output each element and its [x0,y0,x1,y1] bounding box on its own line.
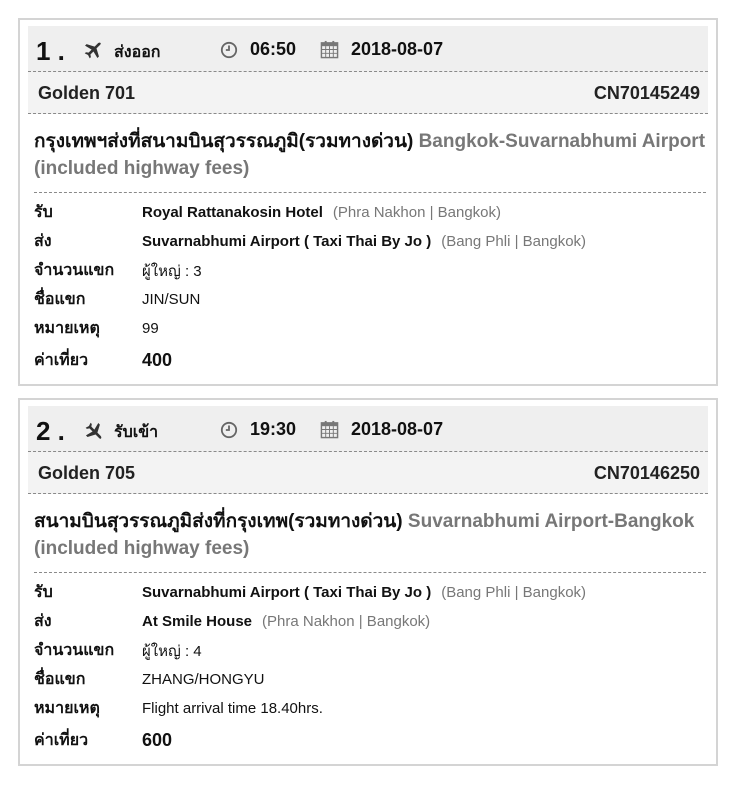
route-title: กรุงเทพฯส่งที่สนามบินสุวรรณภูมิ(รวมทางด่… [34,128,706,182]
note-label: หมายเหตุ [34,320,100,337]
pickup-time: 06:50 [250,39,297,59]
pickup-row: รับ Suvarnabhumi Airport ( Taxi Thai By … [34,578,706,607]
trip-type: ส่งออก [114,44,161,61]
booking-header: 2 . รับเข้า 19:30 2018-08-07 [28,406,708,452]
pickup-label: รับ [34,584,53,601]
divider [34,572,706,573]
booking-card-2: 2 . รับเข้า 19:30 2018-08-07 Golden 705 … [18,398,718,766]
pickup-place: Suvarnabhumi Airport ( Taxi Thai By Jo ) [142,584,432,601]
booking-header: 1 . ส่งออก 06:50 2018-08-07 [28,26,708,72]
clock-icon [220,421,238,439]
route-thai: กรุงเทพฯส่งที่สนามบินสุวรรณภูมิ(รวมทางด่… [34,131,414,152]
pickup-date: 2018-08-07 [351,39,444,59]
fare-label: ค่าเที่ยว [34,731,89,749]
guest-name-row: ชื่อแขก JIN/SUN [34,285,706,314]
vehicle-name: Golden 705 [38,463,136,483]
guests-label: จำนวนแขก [34,642,115,659]
booking-code: CN70145249 [593,83,700,103]
booking-details: รับ Suvarnabhumi Airport ( Taxi Thai By … [34,578,706,757]
pickup-label: รับ [34,204,53,221]
pickup-district: (Phra Nakhon | Bangkok) [332,204,502,221]
dropoff-row: ส่ง Suvarnabhumi Airport ( Taxi Thai By … [34,227,706,256]
fare-row: ค่าเที่ยว 400 [34,343,706,377]
note-label: หมายเหตุ [34,700,100,717]
route-thai: สนามบินสุวรรณภูมิส่งที่กรุงเทพ(รวมทางด่ว… [34,511,403,532]
dropoff-label: ส่ง [34,233,52,250]
guest-name-value: ZHANG/HONGYU [142,671,265,688]
guest-name-row: ชื่อแขก ZHANG/HONGYU [34,665,706,694]
vehicle-name: Golden 701 [38,83,136,103]
guests-label: จำนวนแขก [34,262,115,279]
pickup-date: 2018-08-07 [351,419,444,439]
guests-row: จำนวนแขก ผู้ใหญ่ : 4 [34,636,706,665]
fare-row: ค่าเที่ยว 600 [34,723,706,757]
dropoff-place: At Smile House [142,613,253,630]
booking-card-1: 1 . ส่งออก 06:50 2018-08-07 Golden 701 C… [18,18,718,386]
calendar-icon [320,40,339,59]
trip-type: รับเข้า [114,424,159,441]
dropoff-district: (Phra Nakhon | Bangkok) [262,613,431,630]
route-title: สนามบินสุวรรณภูมิส่งที่กรุงเทพ(รวมทางด่ว… [34,508,706,562]
plane-landing-icon [85,422,102,439]
pickup-district: (Bang Phli | Bangkok) [441,584,587,601]
guest-name-value: JIN/SUN [142,291,201,308]
booking-code: CN70146250 [593,463,700,483]
dropoff-label: ส่ง [34,613,52,630]
fare-value: 600 [142,729,173,750]
booking-index: 1 . [36,36,65,66]
pickup-time: 19:30 [250,419,297,439]
pickup-place: Royal Rattanakosin Hotel [142,204,323,221]
note-row: หมายเหตุ 99 [34,314,706,343]
booking-subheader: Golden 705 CN70146250 [28,452,708,494]
fare-value: 400 [142,349,173,370]
plane-takeoff-icon [84,42,101,59]
clock-icon [220,41,238,59]
guest-name-label: ชื่อแขก [34,291,86,308]
note-value: Flight arrival time 18.40hrs. [142,700,323,717]
dropoff-district: (Bang Phli | Bangkok) [441,233,587,250]
note-row: หมายเหตุ Flight arrival time 18.40hrs. [34,694,706,723]
dropoff-place: Suvarnabhumi Airport ( Taxi Thai By Jo ) [142,233,432,250]
divider [34,192,706,193]
guests-row: จำนวนแขก ผู้ใหญ่ : 3 [34,256,706,285]
dropoff-row: ส่ง At Smile House (Phra Nakhon | Bangko… [34,607,706,636]
booking-subheader: Golden 701 CN70145249 [28,72,708,114]
booking-details: รับ Royal Rattanakosin Hotel (Phra Nakho… [34,198,706,377]
note-value: 99 [142,320,159,337]
booking-index: 2 . [36,416,65,446]
pickup-row: รับ Royal Rattanakosin Hotel (Phra Nakho… [34,198,706,227]
calendar-icon [320,420,339,439]
guest-name-label: ชื่อแขก [34,671,86,688]
guests-value: ผู้ใหญ่ : 3 [142,262,202,280]
fare-label: ค่าเที่ยว [34,351,89,369]
guests-value: ผู้ใหญ่ : 4 [142,642,202,660]
